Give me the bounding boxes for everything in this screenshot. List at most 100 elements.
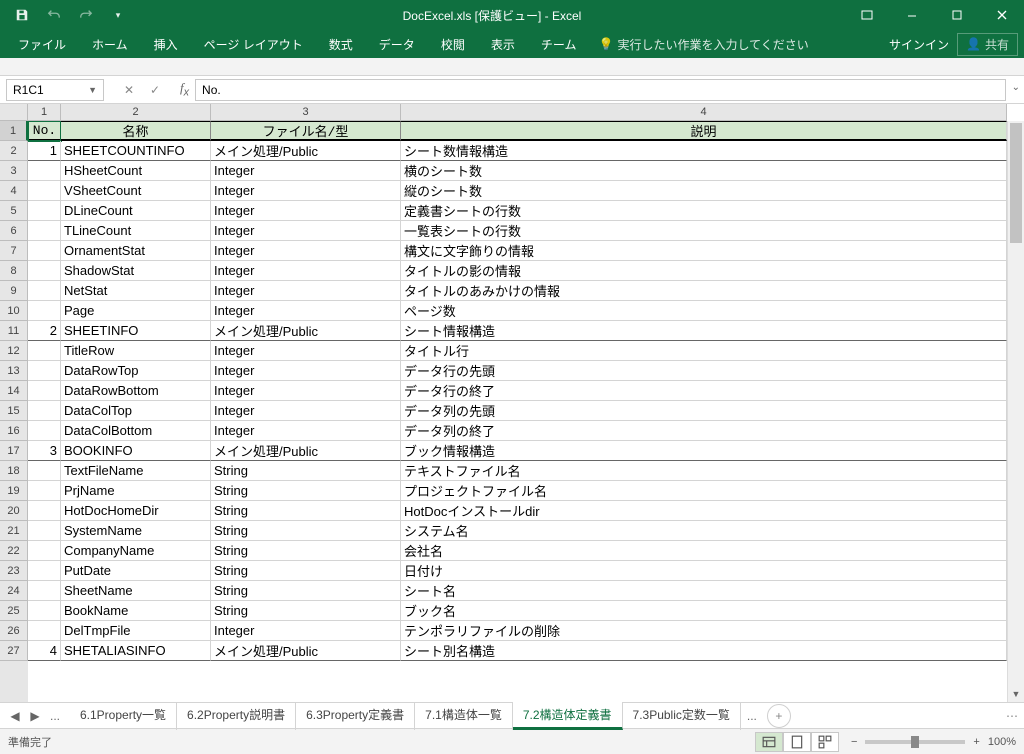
cell[interactable]: 3: [28, 441, 61, 461]
col-header[interactable]: 3: [211, 104, 401, 121]
row-header[interactable]: 14: [0, 381, 28, 401]
cell[interactable]: PutDate: [61, 561, 211, 581]
tab-nav-next[interactable]: ▶: [26, 709, 44, 723]
cell[interactable]: タイトル行: [401, 341, 1007, 361]
zoom-in-button[interactable]: +: [973, 736, 979, 748]
cell[interactable]: Integer: [211, 621, 401, 641]
save-button[interactable]: [8, 1, 36, 29]
cell[interactable]: Integer: [211, 201, 401, 221]
share-button[interactable]: 👤 共有: [957, 33, 1018, 56]
cell[interactable]: データ行の先頭: [401, 361, 1007, 381]
cell[interactable]: DataRowBottom: [61, 381, 211, 401]
cell[interactable]: HotDocHomeDir: [61, 501, 211, 521]
name-box[interactable]: R1C1 ▼: [6, 79, 104, 101]
cell[interactable]: DelTmpFile: [61, 621, 211, 641]
row-header[interactable]: 4: [0, 181, 28, 201]
sheet-tab[interactable]: 7.3Public定数一覧: [623, 702, 741, 730]
select-all-corner[interactable]: [0, 104, 28, 121]
cell[interactable]: [28, 361, 61, 381]
cell[interactable]: シート別名構造: [401, 641, 1007, 661]
cell[interactable]: システム名: [401, 521, 1007, 541]
cell[interactable]: [28, 601, 61, 621]
formula-expand-icon[interactable]: ⌄: [1012, 82, 1020, 93]
cell[interactable]: 4: [28, 641, 61, 661]
cell[interactable]: HotDocインストールdir: [401, 501, 1007, 521]
cell[interactable]: String: [211, 601, 401, 621]
cell[interactable]: データ行の終了: [401, 381, 1007, 401]
cell[interactable]: 構文に文字飾りの情報: [401, 241, 1007, 261]
cell[interactable]: ブック情報構造: [401, 441, 1007, 461]
cell[interactable]: NetStat: [61, 281, 211, 301]
row-header[interactable]: 9: [0, 281, 28, 301]
row-header[interactable]: 16: [0, 421, 28, 441]
cell-grid[interactable]: No.名称ファイル名/型説明1SHEETCOUNTINFOメイン処理/Publi…: [28, 121, 1007, 702]
redo-button[interactable]: [72, 1, 100, 29]
cell[interactable]: String: [211, 521, 401, 541]
cell[interactable]: テンポラリファイルの削除: [401, 621, 1007, 641]
cell[interactable]: SheetName: [61, 581, 211, 601]
cell[interactable]: タイトルの影の情報: [401, 261, 1007, 281]
cell[interactable]: Integer: [211, 381, 401, 401]
cell[interactable]: String: [211, 561, 401, 581]
cell[interactable]: BookName: [61, 601, 211, 621]
sheet-tab[interactable]: 7.2構造体定義書: [513, 702, 623, 730]
enter-formula-button[interactable]: ✓: [144, 83, 166, 97]
row-header[interactable]: 27: [0, 641, 28, 661]
cell[interactable]: メイン処理/Public: [211, 141, 401, 161]
col-header[interactable]: 1: [28, 104, 61, 121]
cell[interactable]: [28, 341, 61, 361]
sheet-tab[interactable]: 6.3Property定義書: [296, 702, 415, 730]
row-header[interactable]: 23: [0, 561, 28, 581]
cell[interactable]: Integer: [211, 341, 401, 361]
cell[interactable]: プロジェクトファイル名: [401, 481, 1007, 501]
tab-view[interactable]: 表示: [479, 32, 527, 57]
row-header[interactable]: 11: [0, 321, 28, 341]
cell[interactable]: CompanyName: [61, 541, 211, 561]
cell[interactable]: データ列の先頭: [401, 401, 1007, 421]
cell[interactable]: OrnamentStat: [61, 241, 211, 261]
row-header[interactable]: 8: [0, 261, 28, 281]
cell[interactable]: TextFileName: [61, 461, 211, 481]
sheet-tab[interactable]: 7.1構造体一覧: [415, 702, 513, 730]
cell[interactable]: Integer: [211, 161, 401, 181]
cell[interactable]: [28, 421, 61, 441]
cell[interactable]: [28, 281, 61, 301]
cell[interactable]: Integer: [211, 281, 401, 301]
cell[interactable]: [28, 561, 61, 581]
tab-formulas[interactable]: 数式: [317, 32, 365, 57]
view-normal-button[interactable]: [755, 732, 783, 752]
row-header[interactable]: 10: [0, 301, 28, 321]
maximize-button[interactable]: [934, 0, 979, 30]
cell[interactable]: 2: [28, 321, 61, 341]
cell[interactable]: 会社名: [401, 541, 1007, 561]
header-cell[interactable]: ファイル名/型: [211, 121, 401, 141]
tell-me-search[interactable]: 💡 実行したい作業を入力してください: [598, 36, 808, 53]
cell[interactable]: [28, 521, 61, 541]
row-header[interactable]: 21: [0, 521, 28, 541]
cell[interactable]: 縦のシート数: [401, 181, 1007, 201]
cell[interactable]: [28, 241, 61, 261]
cell[interactable]: 横のシート数: [401, 161, 1007, 181]
row-header[interactable]: 20: [0, 501, 28, 521]
fx-icon[interactable]: fx: [174, 80, 195, 99]
cell[interactable]: String: [211, 501, 401, 521]
cell[interactable]: Integer: [211, 221, 401, 241]
cell[interactable]: VSheetCount: [61, 181, 211, 201]
cell[interactable]: [28, 621, 61, 641]
col-header[interactable]: 4: [401, 104, 1007, 121]
col-header[interactable]: 2: [61, 104, 211, 121]
row-header[interactable]: 25: [0, 601, 28, 621]
cell[interactable]: SystemName: [61, 521, 211, 541]
cell[interactable]: [28, 581, 61, 601]
cell[interactable]: Integer: [211, 301, 401, 321]
row-header[interactable]: 17: [0, 441, 28, 461]
zoom-slider[interactable]: [865, 740, 965, 744]
cell[interactable]: シート数情報構造: [401, 141, 1007, 161]
cell[interactable]: [28, 221, 61, 241]
minimize-button[interactable]: [889, 0, 934, 30]
cell[interactable]: String: [211, 481, 401, 501]
row-header[interactable]: 15: [0, 401, 28, 421]
cell[interactable]: ページ数: [401, 301, 1007, 321]
row-header[interactable]: 12: [0, 341, 28, 361]
scroll-down-icon[interactable]: ▼: [1008, 685, 1024, 702]
